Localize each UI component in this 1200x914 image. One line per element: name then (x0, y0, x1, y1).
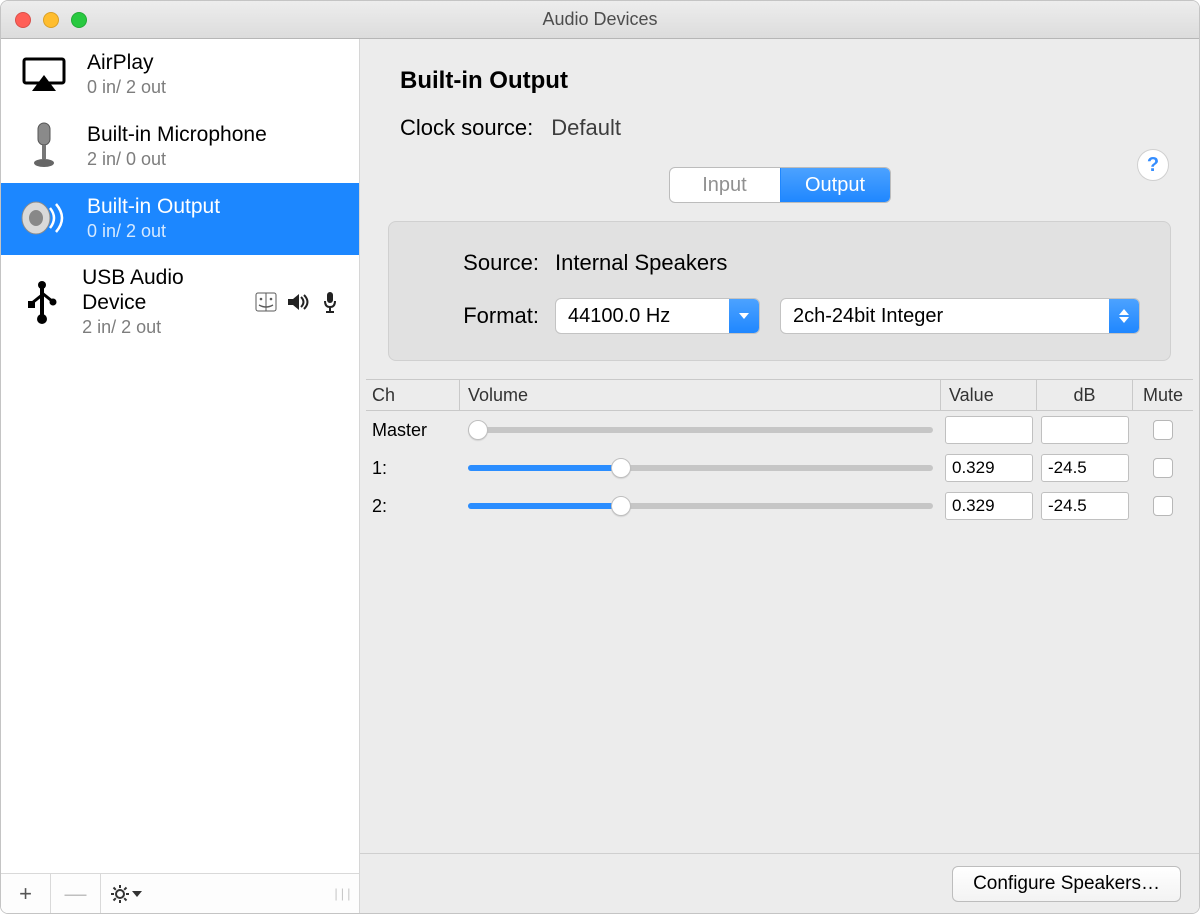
source-label: Source: (419, 250, 539, 276)
detail-pane: Built-in Output Clock source: Default ? … (360, 39, 1199, 913)
device-io: 0 in/ 2 out (87, 77, 166, 98)
bit-depth-value: 2ch-24bit Integer (781, 305, 1109, 328)
device-sidebar: AirPlay 0 in/ 2 out Built-in Microphone (1, 39, 360, 913)
titlebar: Audio Devices (1, 1, 1199, 39)
finder-face-icon (255, 291, 277, 313)
minus-icon: — (65, 881, 87, 907)
channel-label: 2: (366, 496, 460, 517)
channels-table: Ch Volume Value dB Mute Master (366, 379, 1193, 525)
sound-output-icon (287, 291, 309, 313)
col-value[interactable]: Value (941, 380, 1037, 410)
airplay-icon (19, 49, 69, 99)
sound-input-icon (319, 291, 341, 313)
device-item-builtin-output[interactable]: Built-in Output 0 in/ 2 out (1, 183, 359, 255)
device-item-builtin-mic[interactable]: Built-in Microphone 2 in/ 0 out (1, 111, 359, 183)
master-value-field (945, 416, 1033, 444)
ch2-db-field[interactable] (1041, 492, 1129, 520)
device-name: Built-in Microphone (87, 122, 267, 147)
channels-header: Ch Volume Value dB Mute (366, 379, 1193, 411)
ch1-db-field[interactable] (1041, 454, 1129, 482)
master-db-field (1041, 416, 1129, 444)
master-volume-slider (468, 420, 933, 440)
col-channel[interactable]: Ch (366, 380, 460, 410)
sidebar-footer: + — ||| (1, 873, 359, 913)
gear-icon (110, 884, 130, 904)
device-item-airplay[interactable]: AirPlay 0 in/ 2 out (1, 39, 359, 111)
detail-footer: Configure Speakers… (360, 853, 1199, 913)
ch1-volume-slider[interactable] (468, 458, 933, 478)
device-item-usb-audio[interactable]: USB Audio Device 2 in/ 2 out (1, 255, 359, 350)
ch1-mute-checkbox[interactable] (1153, 458, 1173, 478)
stepper-arrows-icon (1109, 299, 1139, 333)
bit-depth-select[interactable]: 2ch-24bit Integer (780, 298, 1140, 334)
speaker-icon (19, 193, 69, 243)
ch2-value-field[interactable] (945, 492, 1033, 520)
format-label: Format: (419, 303, 539, 329)
tab-output[interactable]: Output (780, 168, 890, 202)
source-value: Internal Speakers (555, 250, 727, 276)
device-name: USB Audio Device (82, 265, 237, 315)
channel-row-2: 2: (366, 487, 1193, 525)
channel-label: 1: (366, 458, 460, 479)
output-settings-panel: Source: Internal Speakers Format: 44100.… (388, 221, 1171, 361)
channel-label: Master (366, 420, 460, 441)
sample-rate-select[interactable]: 44100.0 Hz (555, 298, 760, 334)
add-device-button[interactable]: + (1, 874, 51, 913)
io-segmented-control: Input Output (669, 167, 891, 203)
tab-input[interactable]: Input (670, 168, 780, 202)
device-list: AirPlay 0 in/ 2 out Built-in Microphone (1, 39, 359, 873)
help-button[interactable]: ? (1137, 149, 1169, 181)
configure-speakers-button[interactable]: Configure Speakers… (952, 866, 1181, 902)
col-mute[interactable]: Mute (1133, 380, 1193, 410)
plus-icon: + (19, 881, 32, 907)
device-name: AirPlay (87, 50, 166, 75)
microphone-icon (19, 121, 69, 171)
ch2-mute-checkbox[interactable] (1153, 496, 1173, 516)
device-io: 0 in/ 2 out (87, 221, 220, 242)
window-title: Audio Devices (1, 9, 1199, 30)
col-db[interactable]: dB (1037, 380, 1133, 410)
device-io: 2 in/ 2 out (82, 317, 237, 338)
col-volume[interactable]: Volume (460, 380, 941, 410)
channel-row-1: 1: (366, 449, 1193, 487)
ch2-volume-slider[interactable] (468, 496, 933, 516)
chevron-down-icon (132, 890, 142, 898)
clock-source-label: Clock source: (400, 115, 533, 141)
channel-row-master: Master (366, 411, 1193, 449)
master-mute-checkbox[interactable] (1153, 420, 1173, 440)
device-name: Built-in Output (87, 194, 220, 219)
remove-device-button[interactable]: — (51, 874, 101, 913)
actions-menu-button[interactable] (101, 874, 151, 913)
clock-source-value: Default (551, 115, 621, 141)
resize-grip-icon[interactable]: ||| (329, 874, 359, 913)
device-io: 2 in/ 0 out (87, 149, 267, 170)
usb-icon (19, 277, 64, 327)
help-icon: ? (1147, 154, 1159, 177)
sample-rate-value: 44100.0 Hz (556, 305, 729, 328)
detail-title: Built-in Output (400, 67, 1159, 95)
chevron-down-icon (729, 299, 759, 333)
ch1-value-field[interactable] (945, 454, 1033, 482)
